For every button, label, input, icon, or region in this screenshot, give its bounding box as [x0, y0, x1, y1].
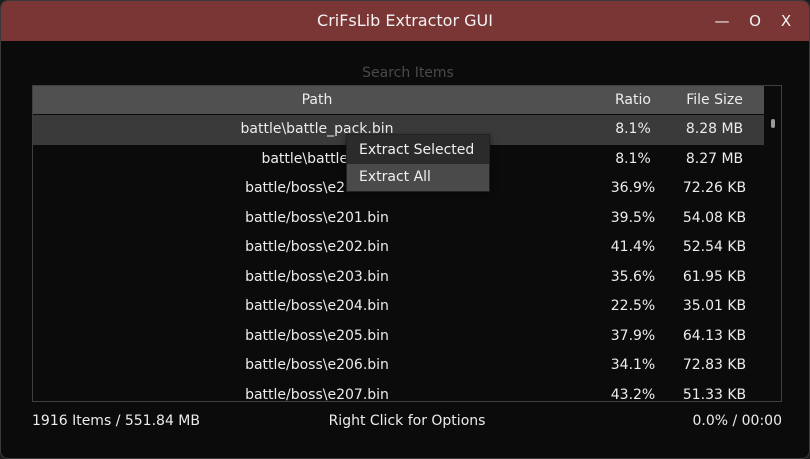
cell-path: battle\battle_pack.bin [240, 121, 394, 137]
cell-path: battle/boss\e203.bin [245, 268, 389, 285]
cell-ratio: 8.1% [615, 150, 651, 167]
window-title: CriFsLib Extractor GUI [317, 11, 493, 30]
cell-file-size: 54.08 KB [682, 209, 747, 226]
cell-ratio: 34.1% [610, 357, 656, 373]
table-row[interactable]: battle/boss\e203.bin 35.6% 61.95 KB [33, 263, 764, 293]
menu-item-extract-all[interactable]: Extract All [347, 164, 489, 191]
cell-path: battle/boss\e205.bin [245, 327, 389, 344]
close-button[interactable]: X [771, 1, 801, 41]
cell-file-size: 61.95 KB [682, 268, 747, 285]
minimize-button[interactable]: — [707, 1, 737, 41]
app-window: CriFsLib Extractor GUI — O X Path Ratio … [0, 0, 810, 459]
table-row[interactable]: battle/boss\e205.bin 37.9% 64.13 KB [33, 322, 764, 352]
cell-ratio: 36.9% [610, 180, 656, 196]
table-row[interactable]: battle/boss\e201.bin 39.5% 54.08 KB [33, 204, 764, 234]
table-row[interactable]: battle/boss\e207.bin 43.2% 51.33 KB [33, 381, 764, 402]
cell-file-size: 72.83 KB [682, 357, 747, 373]
column-header-ratio[interactable]: Ratio [601, 86, 665, 114]
cell-path: battle\battle_pa [261, 150, 373, 167]
cell-ratio: 37.9% [610, 327, 656, 344]
column-header-file-size[interactable]: File Size [665, 86, 764, 114]
cell-ratio: 41.4% [610, 239, 656, 255]
cell-file-size: 64.13 KB [682, 327, 747, 344]
maximize-button[interactable]: O [740, 1, 770, 41]
scrollbar-thumb[interactable] [771, 119, 775, 128]
cell-path: battle/boss\e204.bin [245, 298, 389, 314]
options-hint: Right Click for Options [328, 413, 486, 429]
cell-ratio: 8.1% [615, 121, 651, 137]
cell-file-size: 52.54 KB [682, 239, 747, 255]
vertical-scrollbar[interactable] [766, 115, 780, 401]
search-input[interactable] [31, 61, 785, 85]
cell-path: battle/boss\e206.bin [245, 357, 389, 373]
cell-file-size: 72.26 KB [682, 180, 747, 196]
menu-item-extract-selected[interactable]: Extract Selected [347, 137, 489, 164]
cell-ratio: 35.6% [610, 268, 656, 285]
table-row[interactable]: battle/boss\e204.bin 22.5% 35.01 KB [33, 292, 764, 322]
table-row[interactable]: battle/boss\e206.bin 34.1% 72.83 KB [33, 351, 764, 381]
cell-ratio: 43.2% [610, 386, 656, 402]
cell-file-size: 8.27 MB [685, 150, 744, 167]
cell-file-size: 51.33 KB [682, 386, 747, 402]
table-header: Path Ratio File Size [33, 86, 764, 114]
cell-file-size: 35.01 KB [682, 298, 747, 314]
cell-path: battle/boss\e202.bin [245, 239, 389, 255]
cell-ratio: 39.5% [610, 209, 656, 226]
cell-ratio: 22.5% [610, 298, 656, 314]
file-table: Path Ratio File Size battle\battle_pack.… [32, 85, 782, 402]
table-row[interactable]: battle/boss\e202.bin 41.4% 52.54 KB [33, 233, 764, 263]
context-menu: Extract Selected Extract All [346, 134, 490, 192]
cell-path: battle/boss\e200.bin [245, 180, 389, 196]
column-header-path[interactable]: Path [33, 86, 601, 114]
status-bar: 1916 Items / 551.84 MB Right Click for O… [1, 409, 809, 433]
cell-path: battle/boss\e201.bin [245, 209, 389, 226]
cell-file-size: 8.28 MB [685, 121, 744, 137]
title-bar[interactable]: CriFsLib Extractor GUI — O X [1, 1, 809, 41]
cell-path: battle/boss\e207.bin [245, 386, 389, 402]
progress-readout: 0.0% / 00:00 [692, 413, 782, 429]
